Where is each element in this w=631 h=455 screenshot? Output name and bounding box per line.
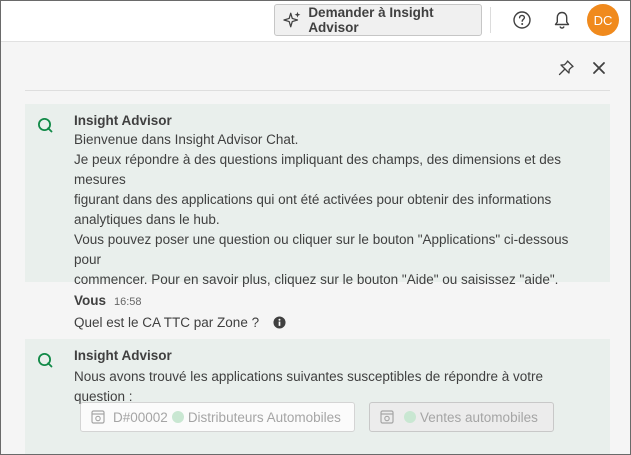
message-author: Insight Advisor [74,113,172,128]
help-button[interactable] [511,9,533,31]
app-icon [380,410,394,424]
message-line: analytiques dans le hub. [74,212,220,227]
message-line: Je peux répondre à des questions impliqu… [74,152,562,187]
message-line: Vous pouvez poser une question ou clique… [74,232,569,267]
toolbar-divider [490,7,491,33]
ask-insight-advisor-label: Demander à Insight Advisor [308,5,434,35]
notifications-button[interactable] [551,9,573,31]
app-suggestion-button[interactable]: D#00002 Distributeurs Automobiles [80,402,355,432]
qlik-q-icon [38,118,53,133]
app-name: Distributeurs Automobiles [187,409,341,425]
avatar-initials: DC [593,12,613,28]
sparkle-icon [283,11,301,28]
app-status-dot [404,411,416,423]
assistant-message: Insight Advisor Nous avons trouvé les ap… [25,339,610,454]
user-avatar[interactable]: DC [587,4,619,36]
message-author: Insight Advisor [74,348,172,363]
app-icon [91,410,105,424]
message-text: Nous avons trouvé les applications suiva… [74,369,544,404]
close-button[interactable] [588,57,610,79]
app-id: D#00002 [113,409,168,425]
message-time: 16:58 [114,296,142,308]
user-message: Vous 16:58 Quel est le CA TTC par Zone ? [25,288,610,336]
assistant-message: Insight Advisor Bienvenue dans Insight A… [25,104,610,287]
app-suggestion-button[interactable]: Ventes automobiles [369,402,554,432]
ask-insight-advisor-button[interactable]: Demander à Insight Advisor [274,4,482,36]
app-name: Ventes automobiles [420,409,538,425]
close-icon [593,62,605,74]
user-question: Quel est le CA TTC par Zone ? [74,315,260,330]
help-icon [513,11,531,29]
message-line: Bienvenue dans Insight Advisor Chat. [74,132,299,147]
top-bar: Demander à Insight Advisor DC [1,1,630,42]
message-author: Vous [74,293,107,308]
panel-header [25,42,610,91]
message-line: figurant dans des applications qui ont é… [74,192,552,207]
info-icon[interactable] [273,316,286,329]
insight-advisor-chat-panel: Insight Advisor Bienvenue dans Insight A… [1,42,630,454]
bell-icon [554,11,570,29]
pin-button[interactable] [555,57,577,79]
app-status-dot [171,411,184,423]
pin-icon [558,60,574,76]
qlik-q-icon [38,353,53,368]
message-line: commencer. Pour en savoir plus, cliquez … [74,272,559,287]
